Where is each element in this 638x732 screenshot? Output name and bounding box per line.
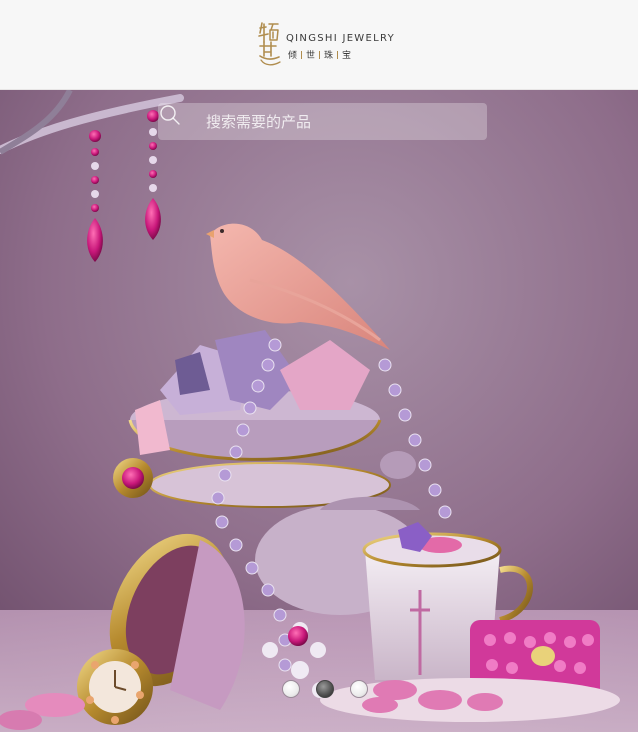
brand-logo[interactable]: QINGSHI JEWELRY 倾 世 珠 宝 (256, 20, 394, 70)
search-bar[interactable] (158, 103, 487, 140)
logo-char: 珠 (324, 51, 334, 61)
logo-mark (258, 22, 281, 66)
logo-char: 宝 (342, 51, 352, 61)
logo-chinese-name: 倾 世 珠 宝 (287, 48, 352, 61)
hero-banner[interactable] (0, 90, 638, 732)
carousel-pagination (282, 680, 368, 700)
logo-char: 倾 (288, 51, 298, 61)
logo-divider (337, 50, 339, 59)
logo-divider (319, 50, 321, 59)
search-icon[interactable] (158, 103, 182, 127)
logo-wordmark: QINGSHI JEWELRY (286, 33, 396, 44)
site-header: QINGSHI JEWELRY 倾 世 珠 宝 (0, 0, 638, 90)
carousel-dot[interactable] (350, 680, 368, 698)
search-input[interactable] (198, 103, 478, 140)
carousel-dot[interactable] (282, 680, 300, 698)
logo-divider (301, 50, 303, 59)
page: QINGSHI JEWELRY 倾 世 珠 宝 (0, 0, 638, 732)
hero-image (0, 90, 638, 732)
logo-char: 世 (306, 51, 316, 61)
carousel-dot-active[interactable] (316, 680, 334, 698)
